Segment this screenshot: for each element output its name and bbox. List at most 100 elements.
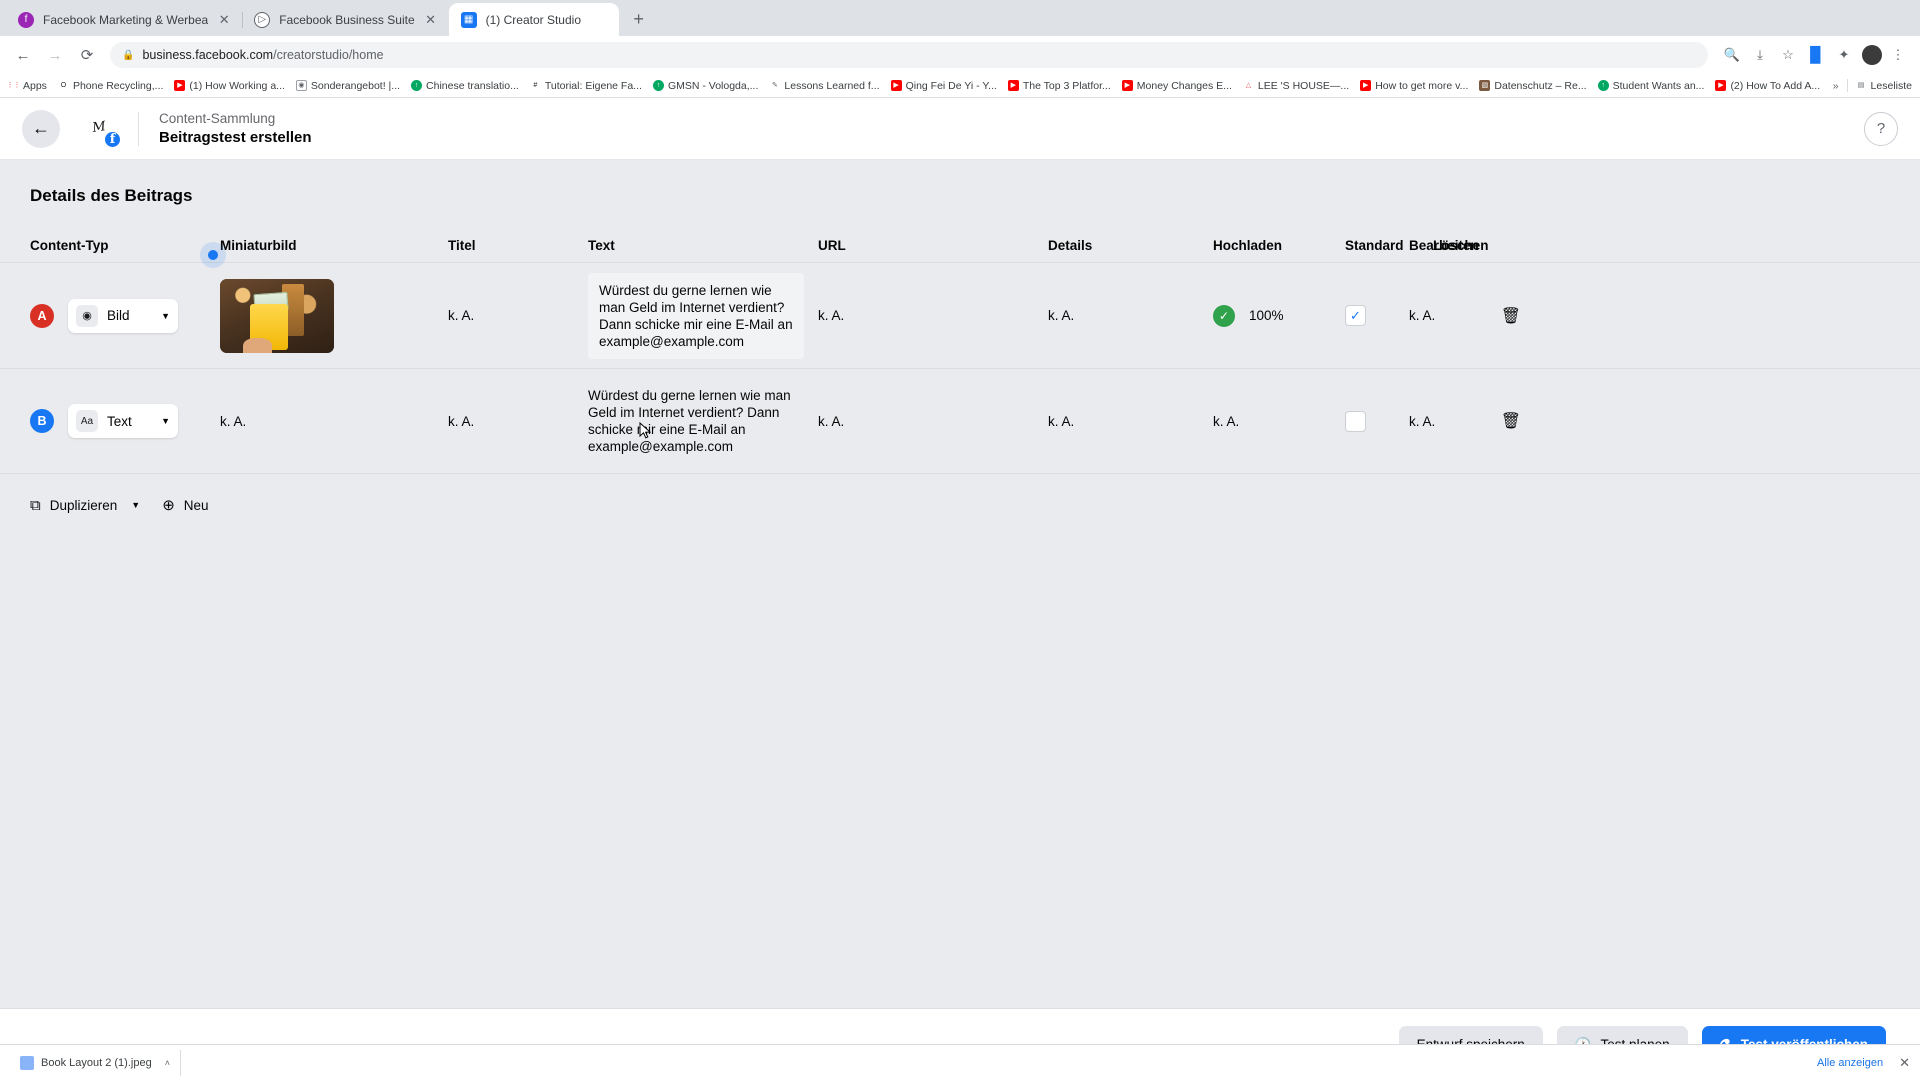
column-header-hochladen: Hochladen [1213, 237, 1283, 253]
column-header-content-typ: Content-Typ [30, 237, 109, 253]
browser-toolbar: ← → ⟳ 🔒 business.facebook.com/creatorstu… [0, 36, 1920, 74]
cell-loeschen: 🗑 [1461, 411, 1521, 431]
column-header-titel: Titel [448, 237, 476, 253]
jpeg-file-icon [20, 1055, 34, 1070]
extensions-icon[interactable]: ✦ [1832, 43, 1856, 67]
trash-icon[interactable]: 🗑 [1501, 308, 1521, 325]
upload-percent: 100% [1249, 308, 1284, 323]
cell-content-typ: A ◉ Bild ▼ [30, 298, 220, 333]
bookmark-label: How to get more v... [1375, 79, 1469, 92]
row-actions: ⧉ Duplizieren ▼ ⊕ Neu [0, 474, 1920, 515]
facebook-extension-icon[interactable]: ▉ [1804, 43, 1828, 67]
bookmark-item[interactable]: # Tutorial: Eigene Fa... [529, 79, 642, 92]
bookmark-item[interactable]: ✎ Lessons Learned f... [769, 80, 880, 92]
zoom-search-icon[interactable]: 🔍 [1720, 43, 1744, 67]
chrome-menu-icon[interactable]: ⋮ [1886, 43, 1910, 67]
new-label: Neu [183, 497, 209, 513]
bookmark-item[interactable]: ↑ Student Wants an... [1597, 79, 1705, 92]
post-text[interactable]: Würdest du gerne lernen wie man Geld im … [588, 272, 804, 359]
standard-checkbox[interactable]: ✓ [1345, 305, 1366, 326]
bookmark-item[interactable]: ◉ Sonderangebot! |... [295, 80, 400, 92]
new-tab-button[interactable]: + [625, 5, 653, 33]
browser-tab-0[interactable]: f Facebook Marketing & Werbea ✕ [6, 3, 242, 36]
show-all-downloads-link[interactable]: Alle anzeigen [1817, 1057, 1883, 1069]
browser-tab-1[interactable]: ▷ Facebook Business Suite ✕ [242, 3, 448, 36]
content-type-dropdown[interactable]: Aa Text ▼ [68, 404, 178, 438]
hash-icon: # [529, 80, 541, 91]
green-circle-icon: ↑ [652, 80, 664, 91]
forward-icon[interactable]: → [42, 42, 68, 68]
facebook-badge-icon: f [103, 129, 122, 149]
tab-close-icon[interactable]: ✕ [423, 12, 439, 28]
bookmark-label: Datenschutz – Re... [1494, 79, 1587, 92]
chevron-up-icon[interactable]: ˄ [165, 1058, 170, 1068]
bookmark-label: Student Wants an... [1612, 79, 1705, 92]
new-button[interactable]: ⊕ Neu [162, 496, 208, 514]
bookmark-label: LEE 'S HOUSE—... [1257, 79, 1350, 92]
cell-details: k. A. [1048, 413, 1075, 429]
upload-complete-icon: ✓ [1213, 304, 1235, 327]
browser-tab-2[interactable]: ▦ (1) Creator Studio [448, 3, 619, 36]
green-circle-icon: ↑ [411, 80, 423, 91]
bookmark-item[interactable]: ▶ The Top 3 Platfor... [1007, 80, 1111, 92]
bookmark-label: Chinese translatio... [426, 79, 519, 92]
tab-title: (1) Creator Studio [485, 12, 581, 27]
bookmark-item[interactable]: ▶ (1) How Working a... [174, 80, 285, 92]
cell-titel: k. A. [448, 308, 475, 323]
table-header-row: Content-Typ Miniaturbild Titel Text URL … [0, 228, 1920, 268]
cell-loeschen: 🗑 [1461, 306, 1521, 326]
youtube-icon: ▶ [1715, 80, 1727, 91]
address-bar[interactable]: 🔒 business.facebook.com/creatorstudio/ho… [110, 42, 1708, 68]
youtube-icon: ▶ [1007, 80, 1019, 91]
bookmark-item[interactable]: ▶ Money Changes E... [1121, 79, 1232, 92]
bookmark-label: GMSN - Vologda,... [667, 79, 759, 92]
post-text[interactable]: Würdest du gerne lernen wie man Geld im … [588, 378, 804, 464]
bookmark-item[interactable]: ▶ Qing Fei De Yi - Y... [890, 79, 997, 92]
bookmark-item[interactable]: ↑ Chinese translatio... [411, 80, 519, 92]
bookmark-label: Money Changes E... [1136, 79, 1232, 92]
back-button[interactable]: ← [22, 109, 60, 148]
lock-icon: 🔒 [122, 49, 135, 61]
reading-list-label[interactable]: Leseliste [1871, 80, 1912, 92]
plus-circle-icon: ⊕ [162, 497, 175, 514]
profile-avatar[interactable] [1862, 45, 1882, 65]
main-content: Details des Beitrags Content-Typ Miniatu… [0, 160, 1920, 1080]
content-type-dropdown[interactable]: ◉ Bild ▼ [68, 298, 178, 333]
text-aa-icon: Aa [76, 410, 98, 432]
bookmark-item[interactable]: O Phone Recycling,... [57, 80, 163, 92]
bookmark-item[interactable]: ⋮⋮ Apps [7, 80, 47, 92]
reload-icon[interactable]: ⟳ [74, 42, 100, 68]
back-icon[interactable]: ← [10, 42, 36, 68]
drag-handle-indicator[interactable] [200, 242, 226, 268]
cell-bearbeiten: k. A. [1409, 308, 1436, 323]
thumbnail-image[interactable] [220, 278, 334, 353]
bookmark-label: Tutorial: Eigene Fa... [544, 79, 642, 92]
standard-checkbox[interactable] [1345, 410, 1366, 432]
tab-close-icon[interactable]: ✕ [216, 12, 232, 28]
trash-icon[interactable]: 🗑 [1501, 413, 1521, 430]
bookmarks-bar: ⋮⋮ Apps O Phone Recycling,... ▶ (1) How Wor… [0, 74, 1920, 98]
omnibox-host: business.facebook.com [142, 48, 274, 62]
help-icon[interactable]: ? [1864, 111, 1898, 146]
share-icon[interactable]: ⤓ [1748, 43, 1772, 67]
bookmark-label: Qing Fei De Yi - Y... [905, 79, 997, 92]
download-file-name: Book Layout 2 (1).jpeg [41, 1056, 152, 1069]
table-body: A ◉ Bild ▼ k. A. Würdest du gerne lernen… [0, 262, 1920, 474]
copy-icon: ⧉ [30, 496, 41, 514]
section-title: Details des Beitrags [30, 186, 193, 205]
youtube-icon: ▶ [890, 80, 902, 91]
cell-text: Würdest du gerne lernen wie man Geld im … [588, 272, 818, 359]
brand-logo[interactable]: M f [79, 107, 122, 149]
bookmark-star-icon[interactable]: ☆ [1776, 43, 1800, 67]
bookmark-item[interactable]: ↑ GMSN - Vologda,... [652, 79, 759, 92]
bookmark-item[interactable]: ▶ (2) How To Add A... [1715, 80, 1820, 92]
business-suite-icon: ▷ [254, 11, 271, 28]
duplicate-button[interactable]: ⧉ Duplizieren ▼ [30, 497, 140, 514]
bookmark-item[interactable]: △ LEE 'S HOUSE—... [1242, 79, 1350, 92]
download-item[interactable]: Book Layout 2 (1).jpeg ˄ [10, 1049, 181, 1076]
bookmark-item[interactable]: ▧ Datenschutz – Re... [1479, 79, 1587, 92]
bookmark-item[interactable]: ▶ How to get more v... [1360, 80, 1468, 92]
bookmarks-overflow-button[interactable]: » [1833, 80, 1839, 92]
downloads-bar: Book Layout 2 (1).jpeg ˄ Alle anzeigen ✕ [0, 1044, 1920, 1080]
close-icon[interactable]: ✕ [1899, 1055, 1910, 1071]
